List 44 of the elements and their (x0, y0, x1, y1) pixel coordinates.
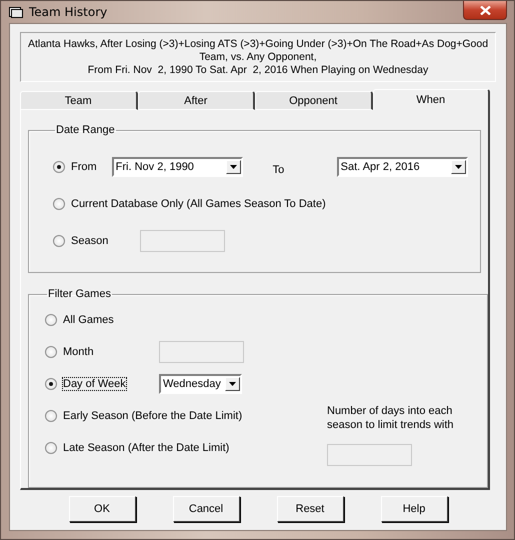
tab[interactable]: After (138, 91, 255, 110)
option-label: Month (63, 346, 94, 358)
option-label: Season (71, 235, 108, 247)
to-date-dropdown[interactable]: Sat. Apr 2, 2016 (336, 157, 468, 177)
group-title: Filter Games (47, 288, 112, 300)
tab[interactable]: When (372, 89, 490, 110)
radio-button[interactable] (53, 161, 65, 173)
window-icon (9, 6, 23, 18)
summary-text: Atlanta Hawks, After Losing (>3)+Losing ATS (>3)+Going Under (>3)+On The Road+As Dog+Good (26, 38, 490, 51)
dialog-button[interactable]: OK (68, 496, 136, 522)
radio-button[interactable] (45, 346, 57, 358)
radio-button[interactable] (45, 378, 57, 390)
window-title: Team History (29, 5, 108, 19)
dropdown-value: Wednesday (163, 378, 221, 390)
option-label: Current Database Only (All Games Season To Date) (71, 198, 326, 210)
days-label: Number of days into each season to limit trends with (327, 404, 455, 432)
dialog-button[interactable]: Reset (276, 496, 344, 522)
radio-button[interactable] (45, 314, 57, 326)
summary-text: Team, vs. Any Opponent, (198, 51, 318, 64)
day-of-week-dropdown[interactable]: Wednesday (159, 374, 242, 394)
dialog-button[interactable]: Help (380, 496, 448, 522)
close-button[interactable] (463, 1, 507, 20)
close-icon (480, 6, 490, 14)
dropdown-value: Sat. Apr 2, 2016 (340, 161, 420, 173)
to-label: To (272, 164, 286, 176)
radio-button[interactable] (45, 410, 57, 422)
option-label: All Games (63, 314, 114, 326)
month-field[interactable] (159, 341, 244, 364)
days-field[interactable] (327, 444, 412, 466)
dropdown-value: Fri. Nov 2, 1990 (116, 161, 194, 173)
option-label: Late Season (After the Date Limit) (63, 442, 230, 454)
radio-button[interactable] (53, 198, 65, 210)
dialog-button[interactable]: Cancel (172, 496, 240, 522)
radio-button[interactable] (53, 235, 65, 247)
option-label: Early Season (Before the Date Limit) (63, 410, 242, 422)
option-label: From (71, 161, 97, 173)
radio-button[interactable] (45, 442, 57, 454)
season-field[interactable] (140, 230, 225, 252)
summary-text: From Fri. Nov 2, 1990 To Sat. Apr 2, 2016 When Playing on Wednesday (86, 64, 430, 77)
tab[interactable]: Team (20, 91, 138, 110)
tab[interactable]: Opponent (255, 91, 372, 110)
option-label: Day of Week (63, 378, 126, 390)
from-date-dropdown[interactable]: Fri. Nov 2, 1990 (112, 157, 243, 177)
group-title: Date Range (55, 124, 116, 136)
